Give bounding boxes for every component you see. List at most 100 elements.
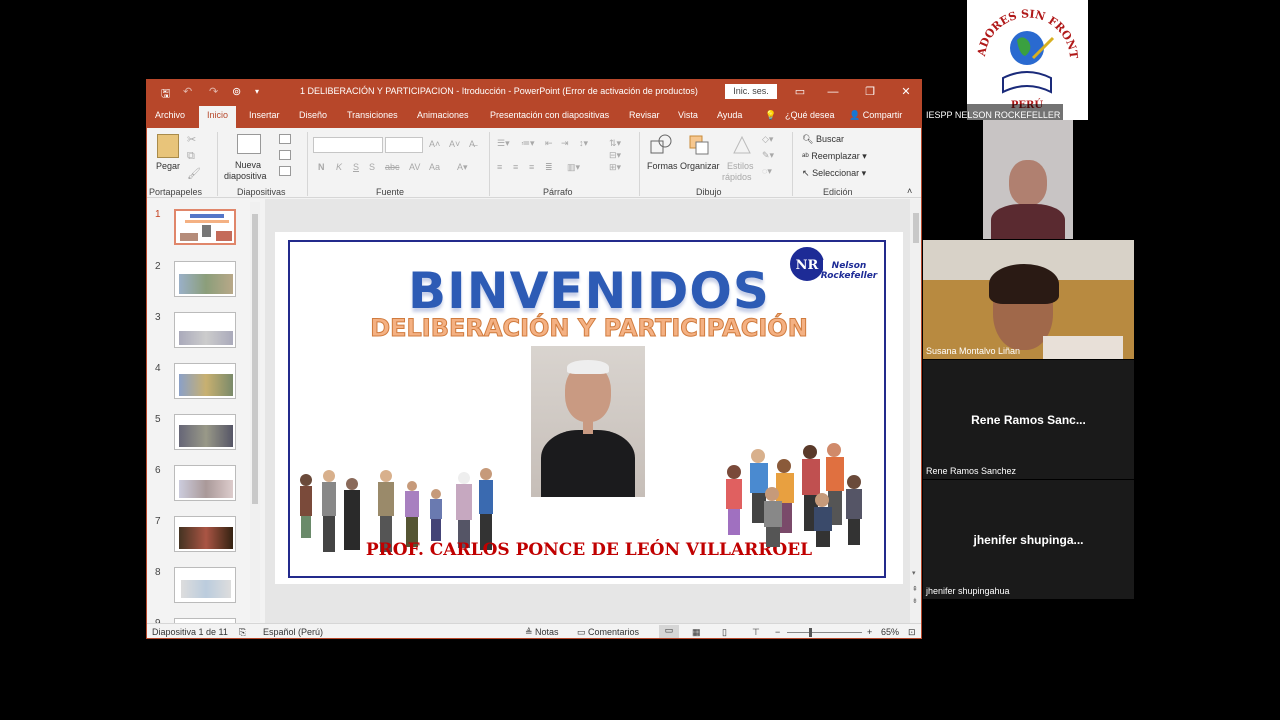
slide-subtitle[interactable]: DELIBERACIÓN Y PARTICIPACIÓN: [290, 314, 888, 343]
tab-diseno[interactable]: Diseño: [299, 110, 327, 120]
tab-transiciones[interactable]: Transiciones: [347, 110, 398, 120]
find-button[interactable]: 🔍︎ Buscar: [802, 134, 844, 145]
zoom-slider-thumb[interactable]: [809, 628, 812, 637]
minimize-button[interactable]: —: [823, 83, 843, 101]
tab-revisar[interactable]: Revisar: [629, 110, 660, 120]
shapes-button[interactable]: Formas: [647, 161, 678, 171]
paste-button[interactable]: Pegar: [156, 161, 180, 171]
tab-presentacion[interactable]: Presentación con diapositivas: [490, 110, 609, 120]
quick-styles-icon[interactable]: [730, 133, 754, 157]
shapes-icon[interactable]: [649, 133, 673, 157]
tab-ayuda[interactable]: Ayuda: [717, 110, 742, 120]
strikethrough-button[interactable]: abc: [385, 162, 400, 172]
slideshow-view-icon[interactable]: ⊤: [752, 627, 760, 638]
present-icon[interactable]: ⊚: [232, 85, 241, 98]
close-button[interactable]: ✕: [896, 83, 916, 101]
spelling-icon[interactable]: ⎘: [239, 627, 246, 638]
copy-icon[interactable]: ⧉: [187, 150, 195, 163]
increase-indent-icon[interactable]: ⇥: [561, 138, 569, 149]
tab-inicio[interactable]: Inicio: [199, 106, 237, 128]
maximize-button[interactable]: ❐: [860, 83, 880, 101]
paste-icon[interactable]: [157, 134, 179, 158]
sign-in-button[interactable]: Inic. ses.: [725, 84, 777, 99]
next-slide-icon[interactable]: ⇟: [912, 597, 918, 605]
format-painter-icon[interactable]: 🖌: [187, 167, 201, 180]
notes-button[interactable]: ≜ Notas: [525, 627, 559, 638]
text-direction-icon[interactable]: ⇅▾: [609, 138, 621, 149]
select-button[interactable]: ↖ Seleccionar ▾: [802, 168, 866, 179]
scroll-down-icon[interactable]: ▾: [912, 569, 916, 577]
zoom-slider[interactable]: [787, 632, 862, 633]
grow-font-icon[interactable]: A˄: [429, 139, 440, 149]
comments-button[interactable]: ▭ Comentarios: [577, 627, 639, 638]
slide-scrollbar[interactable]: ▾ ⇞ ⇟: [910, 199, 921, 624]
shrink-font-icon[interactable]: A˅: [449, 139, 460, 149]
line-spacing-icon[interactable]: ↕▾: [579, 138, 588, 149]
new-slide-icon[interactable]: [237, 134, 261, 154]
replace-button[interactable]: ᵃᵇ Reemplazar ▾: [802, 151, 867, 162]
bold-button[interactable]: N: [318, 162, 325, 172]
new-slide-button-line2[interactable]: diapositiva: [224, 171, 267, 181]
align-left-icon[interactable]: ≡: [497, 162, 502, 172]
slide-canvas[interactable]: BINVENIDOS DELIBERACIÓN Y PARTICIPACIÓN …: [275, 232, 903, 584]
char-spacing-button[interactable]: AV: [409, 162, 420, 172]
previous-slide-icon[interactable]: ⇞: [912, 585, 918, 593]
thumbnail-scrollbar[interactable]: [250, 202, 260, 622]
language-indicator[interactable]: Español (Perú): [263, 627, 323, 637]
participant-tile-rene[interactable]: Rene Ramos Sanc... Rene Ramos Sanchez: [923, 360, 1134, 479]
align-right-icon[interactable]: ≡: [529, 162, 534, 172]
shadow-button[interactable]: S: [369, 162, 375, 172]
slide-thumbnail-8[interactable]: [174, 567, 236, 603]
shape-fill-icon[interactable]: ◇▾: [762, 134, 773, 145]
fit-to-window-icon[interactable]: ⊡: [908, 627, 916, 638]
layout-icon[interactable]: [279, 134, 291, 144]
presenter-photo[interactable]: [531, 346, 645, 497]
slide-thumbnail-7[interactable]: [174, 516, 236, 552]
tell-me-input[interactable]: ¿Qué desea: [785, 110, 835, 120]
participant-video-host[interactable]: [983, 120, 1073, 239]
slide-thumbnail-4[interactable]: [174, 363, 236, 399]
font-size-select[interactable]: [385, 137, 423, 153]
slide-thumbnail-6[interactable]: [174, 465, 236, 501]
slide-thumbnail-1[interactable]: [174, 209, 236, 245]
shape-outline-icon[interactable]: ✎▾: [762, 150, 774, 161]
shape-effects-icon[interactable]: ◌▾: [762, 166, 772, 177]
columns-icon[interactable]: ▥▾: [567, 162, 580, 173]
align-text-icon[interactable]: ⊟▾: [609, 150, 621, 161]
zoom-out-button[interactable]: −: [775, 627, 780, 637]
font-color-icon[interactable]: A▾: [457, 162, 468, 173]
arrange-button[interactable]: Organizar: [680, 161, 720, 171]
customize-qat-icon[interactable]: ▾: [255, 87, 259, 96]
undo-icon[interactable]: ↶: [183, 85, 192, 98]
tab-archivo[interactable]: Archivo: [155, 110, 185, 120]
change-case-button[interactable]: Aa: [429, 162, 440, 172]
quick-styles-button-line2[interactable]: rápidos: [722, 172, 752, 182]
slide-sorter-icon[interactable]: ▦: [692, 627, 701, 638]
font-name-select[interactable]: [313, 137, 383, 153]
scrollbar-thumb[interactable]: [913, 213, 919, 243]
normal-view-icon[interactable]: ▭: [659, 625, 679, 638]
participant-tile-jhenifer[interactable]: jhenifer shupinga... jhenifer shupingahu…: [923, 480, 1134, 599]
share-button[interactable]: 👤 Compartir: [849, 110, 902, 121]
arrange-icon[interactable]: [687, 133, 711, 157]
section-icon[interactable]: [279, 166, 291, 176]
align-center-icon[interactable]: ≡: [513, 162, 518, 172]
clear-format-icon[interactable]: A̶: [469, 139, 475, 149]
italic-button[interactable]: K: [336, 162, 342, 172]
tab-insertar[interactable]: Insertar: [249, 110, 280, 120]
scrollbar-thumb[interactable]: [252, 214, 258, 504]
save-icon[interactable]: 🖫: [161, 85, 170, 104]
new-slide-button[interactable]: Nueva: [235, 160, 261, 170]
cut-icon[interactable]: ✂: [187, 133, 196, 146]
slide-thumbnail-5[interactable]: [174, 414, 236, 450]
zoom-level[interactable]: 65%: [881, 627, 899, 637]
smartart-icon[interactable]: ⊞▾: [609, 162, 621, 173]
redo-icon[interactable]: ↷: [209, 85, 218, 98]
bullets-icon[interactable]: ☰▾: [497, 138, 510, 149]
collapse-ribbon-icon[interactable]: ˄: [907, 186, 912, 196]
decrease-indent-icon[interactable]: ⇤: [545, 138, 553, 149]
participant-video-susana[interactable]: Susana Montalvo Liñan: [923, 240, 1134, 359]
reading-view-icon[interactable]: ▯: [722, 627, 727, 638]
underline-button[interactable]: S: [353, 162, 359, 172]
ribbon-display-button[interactable]: ▭: [790, 83, 810, 101]
